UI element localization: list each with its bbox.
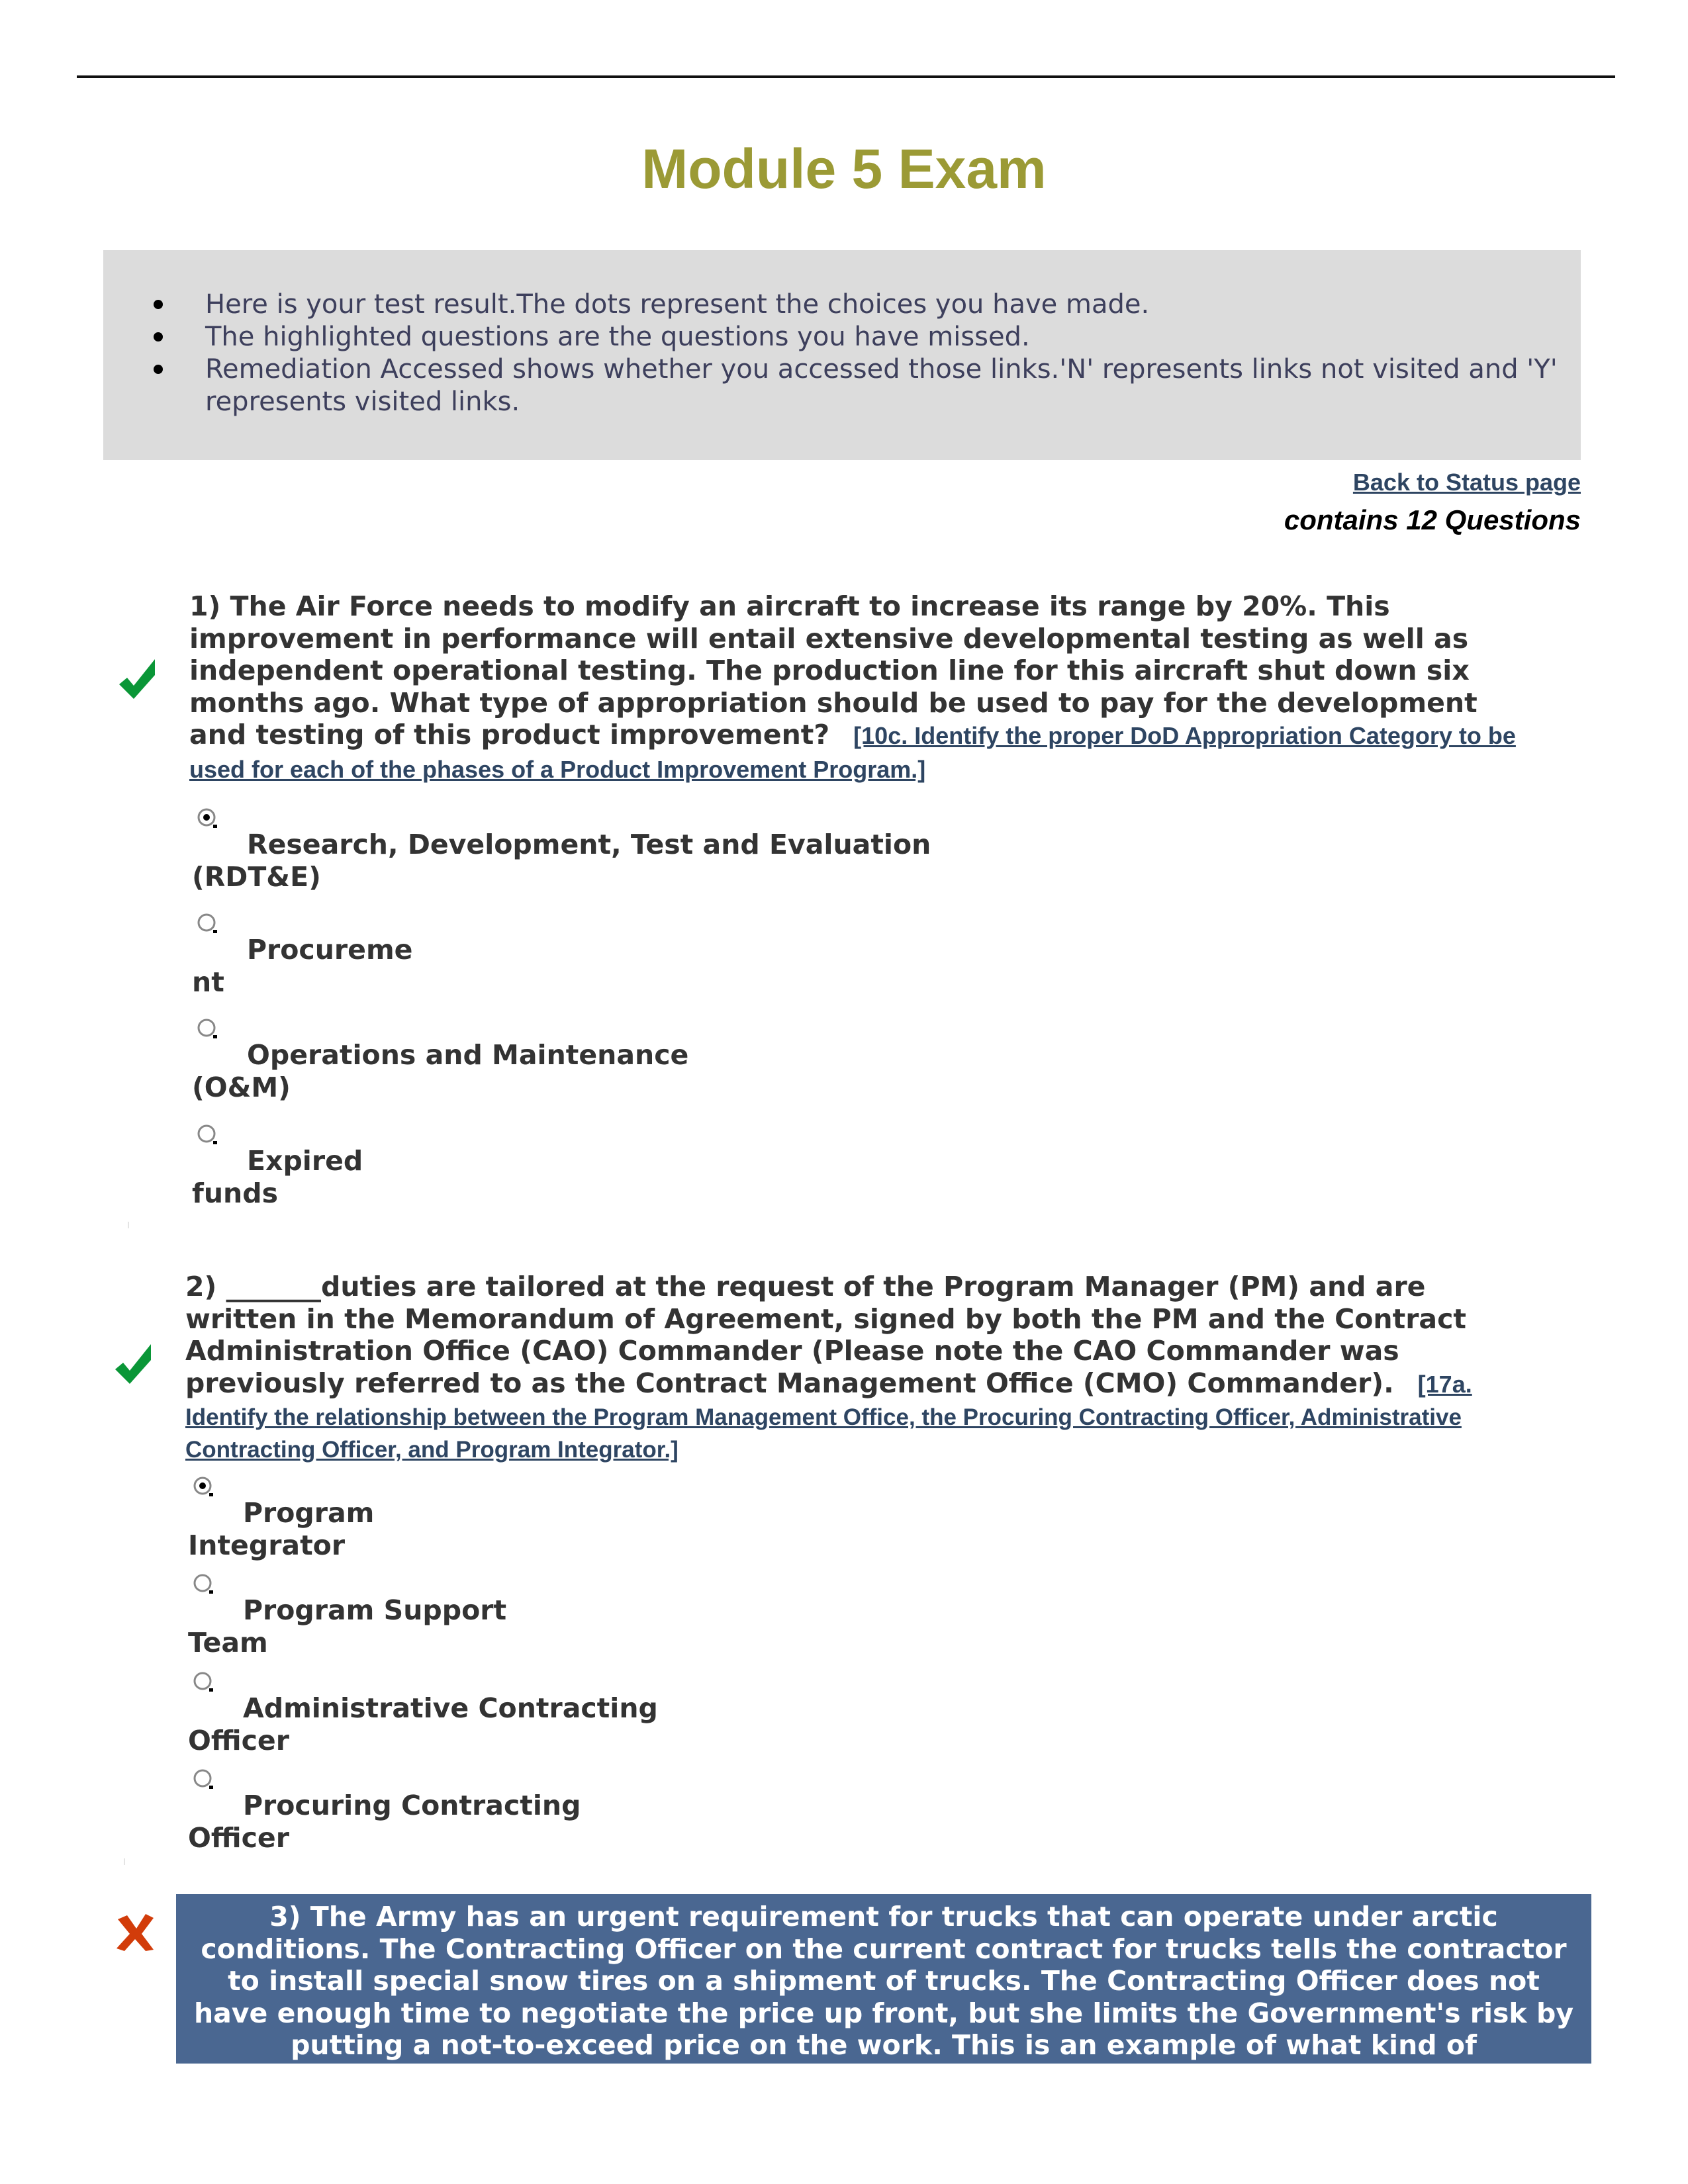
objective-link-10c-cont[interactable]: used for each of the phases of a Product… (189, 756, 925, 783)
x-mark-icon (117, 1914, 154, 1951)
answer-option[interactable]: Operations and Maintenance (O&M) (192, 1019, 688, 1103)
question-count: contains 12 Questions (1284, 504, 1581, 535)
back-to-status-link[interactable]: Back to Status page (1353, 469, 1581, 496)
answer-option[interactable]: Program Support Team (188, 1574, 506, 1659)
radio-unselected-icon[interactable] (193, 1573, 214, 1594)
answer-option[interactable]: Expired funds (192, 1124, 363, 1209)
instruction-item: Remediation Accessed shows whether you a… (103, 353, 1581, 418)
answer-option[interactable]: Administrative Contracting Officer (188, 1672, 658, 1756)
objective-link-17a-cont[interactable]: Identify the relationship between the Pr… (185, 1404, 1462, 1430)
radio-unselected-icon[interactable] (197, 1124, 218, 1145)
bullet-icon (154, 365, 163, 374)
question-1: 1) The Air Force needs to modify an airc… (189, 590, 1586, 786)
question-text: 2) _______duties are tailored at the req… (185, 1271, 1472, 1463)
instruction-item: Here is your test result.The dots repres… (103, 289, 1581, 321)
answer-option[interactable]: Procuring Contracting Officer (188, 1769, 581, 1854)
objective-link-10c[interactable]: [10c. Identify the proper DoD Appropriat… (853, 722, 1516, 749)
checkmark-icon (119, 659, 155, 699)
objective-link-17a-cont[interactable]: Contracting Officer, and Program Integra… (185, 1437, 679, 1463)
radio-selected-icon[interactable] (197, 807, 218, 829)
answer-option[interactable]: Program Integrator (188, 1477, 374, 1561)
page-title: Module 5 Exam (641, 138, 1047, 200)
radio-unselected-icon[interactable] (197, 913, 218, 934)
bullet-icon (154, 332, 163, 341)
top-divider (77, 75, 1615, 78)
question-text: 1) The Air Force needs to modify an airc… (189, 590, 1516, 783)
instruction-item: The highlighted questions are the questi… (103, 321, 1581, 353)
bullet-icon (154, 300, 163, 309)
instructions-list: Here is your test result.The dots repres… (103, 289, 1581, 418)
radio-unselected-icon[interactable] (193, 1768, 214, 1790)
radio-unselected-icon[interactable] (193, 1671, 214, 1692)
question-2: 2) _______duties are tailored at the req… (185, 1271, 1595, 1465)
separator-mark (124, 1858, 125, 1865)
answer-option[interactable]: Research, Development, Test and Evaluati… (192, 808, 931, 893)
radio-unselected-icon[interactable] (197, 1018, 218, 1039)
radio-selected-icon[interactable] (193, 1476, 214, 1497)
checkmark-icon (115, 1344, 151, 1384)
answer-option[interactable]: Procureme nt (192, 913, 412, 998)
objective-link-17a[interactable]: [17a. (1418, 1371, 1472, 1398)
separator-mark (128, 1222, 129, 1228)
question-3-missed: 3) The Army has an urgent requirement fo… (176, 1894, 1591, 2064)
instructions-panel: Here is your test result.The dots repres… (103, 250, 1581, 460)
